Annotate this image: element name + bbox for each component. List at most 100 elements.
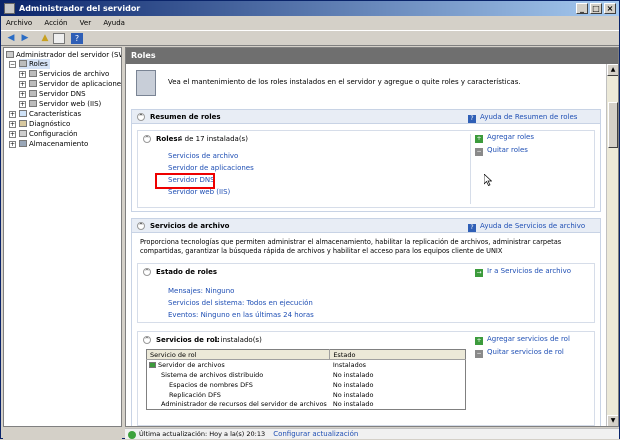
role-services-title: Servicios de rol: xyxy=(156,336,220,344)
roles-subpanel: ^ Roles: 4 de 17 instalada(s) Servicios … xyxy=(137,130,595,208)
role-icon xyxy=(29,80,37,87)
messages-link[interactable]: Mensajes: Ninguno xyxy=(168,287,234,295)
add-roles-icon: + xyxy=(475,135,483,143)
menu-archivo[interactable]: Archivo xyxy=(1,16,37,30)
scroll-down-button[interactable]: ▼ xyxy=(607,415,618,426)
roles-summary-panel: ^ Resumen de roles ? Ayuda de Resumen de … xyxy=(131,109,601,212)
role-icon xyxy=(29,70,37,77)
role-link-servicios-archivo[interactable]: Servicios de archivo xyxy=(168,152,238,160)
tree-item-servidor-dns[interactable]: Servidor DNS xyxy=(29,89,86,99)
add-icon: + xyxy=(475,337,483,345)
details-pane: Roles Vea el mantenimiento de los roles … xyxy=(125,47,619,427)
table-row[interactable]: Replicación DFS No instalado xyxy=(147,390,466,400)
tree-item-servidor-web[interactable]: Servidor web (IIS) xyxy=(29,99,101,109)
expand-storage-button[interactable]: + xyxy=(9,141,16,148)
properties-icon[interactable] xyxy=(53,33,65,44)
collapse-chevron-icon[interactable]: ^ xyxy=(143,336,151,344)
roles-count: 4 de 17 instalada(s) xyxy=(178,135,248,143)
file-services-description: Proporciona tecnologías que permiten adm… xyxy=(140,238,562,255)
column-header-service[interactable]: Servicio de rol xyxy=(146,349,331,360)
table-row[interactable]: Servidor de archivos Instalados xyxy=(147,360,466,370)
expand-features-button[interactable]: + xyxy=(9,111,16,118)
roles-summary-help-link[interactable]: ? Ayuda de Resumen de roles xyxy=(468,113,577,123)
refresh-icon[interactable] xyxy=(128,431,136,439)
vertical-scrollbar[interactable]: ▲ ▼ xyxy=(606,64,618,426)
collapse-chevron-icon[interactable]: ^ xyxy=(137,222,145,230)
role-status-subpanel: ^ Estado de roles → Ir a Servicios de arc… xyxy=(137,263,595,323)
tree-item-servicios-archivo[interactable]: Servicios de archivo xyxy=(29,69,109,79)
tree-footer xyxy=(3,428,122,439)
help-icon[interactable]: ? xyxy=(71,33,83,44)
menu-ver[interactable]: Ver xyxy=(75,16,96,30)
scroll-thumb[interactable] xyxy=(608,102,618,148)
role-status-title: Estado de roles xyxy=(156,268,218,276)
goto-icon: → xyxy=(475,269,483,277)
window-title: Administrador del servidor xyxy=(19,4,141,13)
add-role-services-link[interactable]: + Agregar servicios de rol xyxy=(475,335,570,345)
storage-icon xyxy=(19,140,27,147)
expand-config-button[interactable]: + xyxy=(9,131,16,138)
expand-app-server-button[interactable]: + xyxy=(19,81,26,88)
expand-diagnostics-button[interactable]: + xyxy=(9,121,16,128)
table-row[interactable]: Administrador de recursos del servidor d… xyxy=(147,400,466,410)
add-roles-link[interactable]: + Agregar roles xyxy=(475,133,534,143)
tree-item-caracteristicas[interactable]: Características xyxy=(19,109,81,119)
expand-file-services-button[interactable]: + xyxy=(19,71,26,78)
column-header-status[interactable]: Estado xyxy=(329,349,466,360)
page-title: Roles xyxy=(126,48,618,64)
back-icon[interactable]: ◀ xyxy=(5,33,17,44)
forward-icon[interactable]: ▶ xyxy=(19,33,31,44)
configure-refresh-link[interactable]: Configurar actualización xyxy=(273,430,358,438)
collapse-chevron-icon[interactable]: ^ xyxy=(137,113,145,121)
menu-bar: Archivo Acción Ver Ayuda xyxy=(1,16,619,30)
role-link-servidor-web[interactable]: Servidor web (IIS) xyxy=(168,188,230,196)
scroll-up-button[interactable]: ▲ xyxy=(607,64,618,76)
collapse-roles-button[interactable]: − xyxy=(9,61,16,68)
expand-dns-button[interactable]: + xyxy=(19,91,26,98)
remove-role-services-link[interactable]: − Quitar servicios de rol xyxy=(475,348,564,358)
menu-accion[interactable]: Acción xyxy=(39,16,72,30)
collapse-chevron-icon[interactable]: ^ xyxy=(143,135,151,143)
tree-item-configuracion[interactable]: Configuración xyxy=(19,129,78,139)
installed-check-icon xyxy=(149,361,156,368)
features-icon xyxy=(19,110,27,117)
role-icon xyxy=(29,90,37,97)
system-services-link[interactable]: Servicios del sistema: Todos en ejecució… xyxy=(168,299,313,307)
maximize-button[interactable]: □ xyxy=(590,3,602,14)
highlight-box xyxy=(155,173,215,189)
table-row[interactable]: Espacios de nombres DFS No instalado xyxy=(147,380,466,390)
close-button[interactable]: × xyxy=(604,3,616,14)
file-services-panel: ^ Servicios de archivo ? Ayuda de Servici… xyxy=(131,218,601,426)
roles-label: Roles: xyxy=(156,135,181,143)
main-window: Administrador del servidor _ □ × Archivo… xyxy=(0,0,620,439)
role-link-servidor-aplicaciones[interactable]: Servidor de aplicaciones xyxy=(168,164,254,172)
up-icon[interactable]: ▲ xyxy=(39,33,51,44)
tree-item-diagnostico[interactable]: Diagnóstico xyxy=(19,119,70,129)
expand-iis-button[interactable]: + xyxy=(19,101,26,108)
roles-icon xyxy=(19,60,27,67)
tree-item-servidor-aplicaciones[interactable]: Servidor de aplicaciones xyxy=(29,79,121,89)
intro-section: Vea el mantenimiento de los roles instal… xyxy=(126,64,608,102)
server-icon xyxy=(6,51,14,58)
file-services-help-link[interactable]: ? Ayuda de Servicios de archivo xyxy=(468,222,585,232)
events-link[interactable]: Eventos: Ninguno en las últimas 24 horas xyxy=(168,311,314,319)
remove-roles-link[interactable]: − Quitar roles xyxy=(475,146,528,156)
last-update-text: Última actualización: Hoy a la(s) 20:13 xyxy=(139,430,266,438)
table-row[interactable]: Sistema de archivos distribuido No insta… xyxy=(147,370,466,380)
status-bar: Última actualización: Hoy a la(s) 20:13 … xyxy=(125,428,619,439)
remove-icon: − xyxy=(475,350,483,358)
role-services-subpanel: ^ Servicios de rol: 1 instalado(s) + Agre… xyxy=(137,331,595,426)
goto-file-services-link[interactable]: → Ir a Servicios de archivo xyxy=(475,267,571,277)
role-services-table: Servicio de rol Estado Servidor de archi… xyxy=(146,349,466,410)
title-bar: Administrador del servidor _ □ × xyxy=(1,1,619,16)
diagnostics-icon xyxy=(19,120,27,127)
collapse-chevron-icon[interactable]: ^ xyxy=(143,268,151,276)
navigation-tree: Administrador del servidor (SW2K8 − Role… xyxy=(3,47,122,427)
role-services-count: 1 instalado(s) xyxy=(214,336,262,344)
minimize-button[interactable]: _ xyxy=(576,3,588,14)
tree-item-roles[interactable]: Roles xyxy=(19,59,50,69)
menu-ayuda[interactable]: Ayuda xyxy=(98,16,130,30)
toolbar: ◀ ▶ ▲ ? xyxy=(1,30,619,46)
tree-item-almacenamiento[interactable]: Almacenamiento xyxy=(19,139,88,149)
intro-text: Vea el mantenimiento de los roles instal… xyxy=(168,78,521,86)
